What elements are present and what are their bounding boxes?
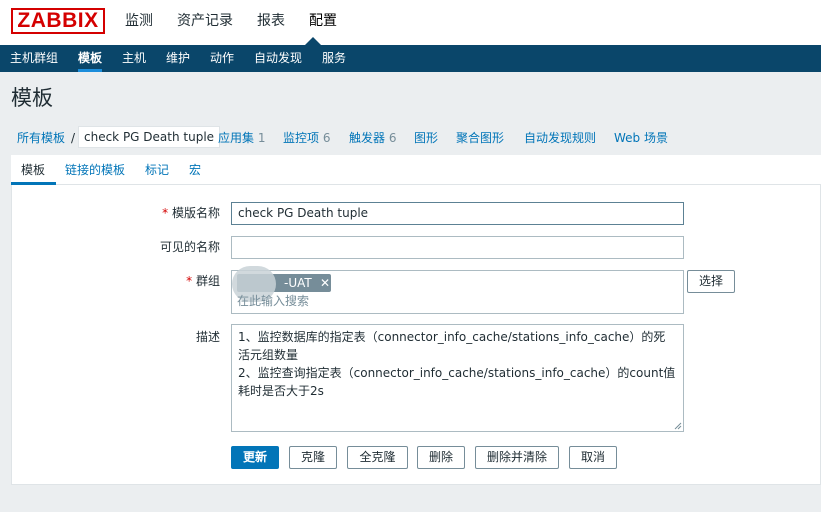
main-menu: 监测 资产记录 报表 配置 <box>125 12 361 30</box>
groups-multiselect[interactable]: -UAT ✕ 在此输入搜索 <box>231 266 684 314</box>
delete-button[interactable]: 删除 <box>417 446 465 469</box>
form-tabs: 模板 链接的模板 标记 宏 <box>11 155 821 185</box>
objnav-triggers[interactable]: 触发器 6 <box>349 130 396 146</box>
subnav-services[interactable]: 服务 <box>322 51 346 66</box>
tab-template[interactable]: 模板 <box>21 163 45 178</box>
breadcrumb-current-template[interactable]: check PG Death tuple <box>78 126 221 148</box>
tab-tags[interactable]: 标记 <box>145 163 169 178</box>
sub-navigation: 主机群组 模板 主机 维护 动作 自动发现 服务 <box>0 45 821 72</box>
menu-inventory[interactable]: 资产记录 <box>177 12 233 30</box>
objnav-items[interactable]: 监控项 6 <box>283 130 330 146</box>
subnav-maintenance[interactable]: 维护 <box>166 51 190 66</box>
page-title: 模板 <box>11 86 53 110</box>
template-form: * 模版名称 check PG Death tuple 可见的名称 * 群组 -… <box>11 185 821 485</box>
objnav-applications-count: 1 <box>257 131 266 145</box>
delete-and-clear-button[interactable]: 删除并清除 <box>475 446 559 469</box>
objnav-triggers-count: 6 <box>388 131 397 145</box>
tab-macros[interactable]: 宏 <box>189 163 201 178</box>
breadcrumb-separator: / <box>71 131 76 145</box>
objnav-applications[interactable]: 应用集 1 <box>218 130 265 146</box>
required-mark: * <box>162 206 169 220</box>
tab-linked-templates[interactable]: 链接的模板 <box>65 163 125 178</box>
subnav-active-underline <box>78 69 102 72</box>
top-header: ZABBIX 监测 资产记录 报表 配置 <box>0 0 821 45</box>
subnav-templates[interactable]: 模板 <box>78 51 102 66</box>
active-menu-caret-icon <box>305 37 321 45</box>
template-name-input[interactable]: check PG Death tuple <box>231 202 684 225</box>
subnav-discovery[interactable]: 自动发现 <box>254 51 302 66</box>
description-textarea[interactable]: 1、监控数据库的指定表（connector_info_cache/station… <box>231 324 684 432</box>
cancel-button[interactable]: 取消 <box>569 446 617 469</box>
required-mark: * <box>186 274 193 288</box>
groups-search-input[interactable]: 在此输入搜索 <box>237 294 309 309</box>
menu-configuration[interactable]: 配置 <box>309 12 337 30</box>
zabbix-logo[interactable]: ZABBIX <box>11 8 105 34</box>
update-button[interactable]: 更新 <box>231 446 279 469</box>
breadcrumb-all-templates[interactable]: 所有模板 <box>17 130 65 146</box>
remove-chip-icon[interactable]: ✕ <box>320 274 330 292</box>
objnav-web-scenarios[interactable]: Web 场景 <box>614 130 668 146</box>
objnav-items-count: 6 <box>322 131 331 145</box>
objnav-screens[interactable]: 聚合图形 <box>456 130 504 146</box>
description-label: 描述 <box>195 330 220 344</box>
objnav-graphs[interactable]: 图形 <box>414 130 438 146</box>
menu-reports[interactable]: 报表 <box>257 12 285 30</box>
clone-button[interactable]: 克隆 <box>289 446 337 469</box>
objnav-discovery-rules[interactable]: 自动发现规则 <box>524 130 596 146</box>
visible-name-label: 可见的名称 <box>159 240 220 254</box>
group-chip-label: -UAT <box>284 276 312 290</box>
group-chip: -UAT ✕ <box>232 266 331 302</box>
select-groups-button[interactable]: 选择 <box>687 270 735 293</box>
template-name-label: * 模版名称 <box>162 206 220 220</box>
visible-name-input[interactable] <box>231 236 684 259</box>
subnav-actions[interactable]: 动作 <box>210 51 234 66</box>
subnav-host-groups[interactable]: 主机群组 <box>10 51 58 66</box>
groups-label: * 群组 <box>186 274 220 288</box>
menu-monitoring[interactable]: 监测 <box>125 12 153 30</box>
full-clone-button[interactable]: 全克隆 <box>347 446 408 469</box>
resize-handle-icon[interactable] <box>674 422 682 430</box>
subnav-hosts[interactable]: 主机 <box>122 51 146 66</box>
